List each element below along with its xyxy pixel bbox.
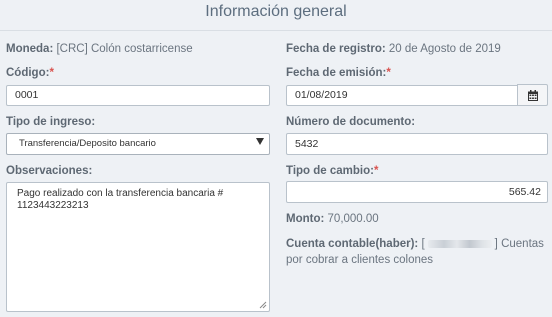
tipo-cambio-required-mark: * [373, 165, 379, 177]
tipo-ingreso-selected: Transferencia/Deposito bancario [19, 138, 156, 149]
fecha-registro-value: 20 de Agosto de 2019 [388, 43, 501, 55]
monto-label: Monto: [286, 213, 325, 225]
redacted-account-code [427, 239, 492, 248]
cuenta-contable-label: Cuenta contable(haber): [286, 238, 419, 250]
monto-value: 70,000.00 [327, 213, 379, 225]
calendar-icon [528, 90, 538, 101]
codigo-input[interactable]: 0001 [6, 85, 270, 106]
moneda-row: Moneda: [CRC] Colón costarricense [6, 43, 193, 55]
observaciones-textarea[interactable]: Pago realizado con la transferencia banc… [6, 182, 270, 312]
observaciones-label: Observaciones: [6, 165, 93, 177]
tipo-cambio-label: Tipo de cambio: [286, 165, 374, 177]
fecha-emision-required-mark: * [386, 67, 391, 79]
tipo-cambio-label-row: Tipo de cambio:* [286, 165, 378, 177]
cuenta-contable-row: Cuenta contable(haber): [] Cuentas por c… [286, 236, 548, 268]
moneda-label: Moneda: [6, 43, 54, 55]
fecha-emision-label-row: Fecha de emisión:* [286, 67, 391, 79]
tipo-ingreso-select[interactable]: Transferencia/Deposito bancario [6, 133, 270, 155]
chevron-down-icon [256, 138, 264, 145]
cuenta-contable-open-bracket: [ [421, 238, 425, 250]
fecha-registro-label: Fecha de registro: [286, 43, 386, 55]
monto-row: Monto: 70,000.00 [286, 213, 379, 225]
codigo-label-row: Código:* [6, 67, 54, 79]
resize-handle-icon[interactable] [259, 301, 267, 309]
numero-documento-input[interactable]: 5432 [286, 133, 548, 155]
calendar-button[interactable] [517, 84, 548, 106]
tipo-ingreso-label: Tipo de ingreso: [6, 116, 96, 128]
fecha-emision-label: Fecha de emisión: [286, 67, 387, 79]
fecha-emision-input[interactable]: 01/08/2019 [286, 85, 518, 106]
moneda-value: [CRC] Colón costarricense [56, 43, 193, 55]
codigo-required-mark: * [49, 67, 54, 79]
cuenta-contable-close-bracket: ] [494, 238, 498, 250]
observaciones-text: Pago realizado con la transferencia banc… [17, 188, 224, 211]
section-title: Información general [205, 3, 347, 20]
title-divider [0, 30, 552, 31]
numero-documento-label: Número de documento: [286, 116, 416, 128]
fecha-registro-row: Fecha de registro: 20 de Agosto de 2019 [286, 43, 501, 55]
codigo-label: Código: [6, 67, 50, 79]
tipo-cambio-input[interactable]: 565.42 [286, 181, 548, 203]
